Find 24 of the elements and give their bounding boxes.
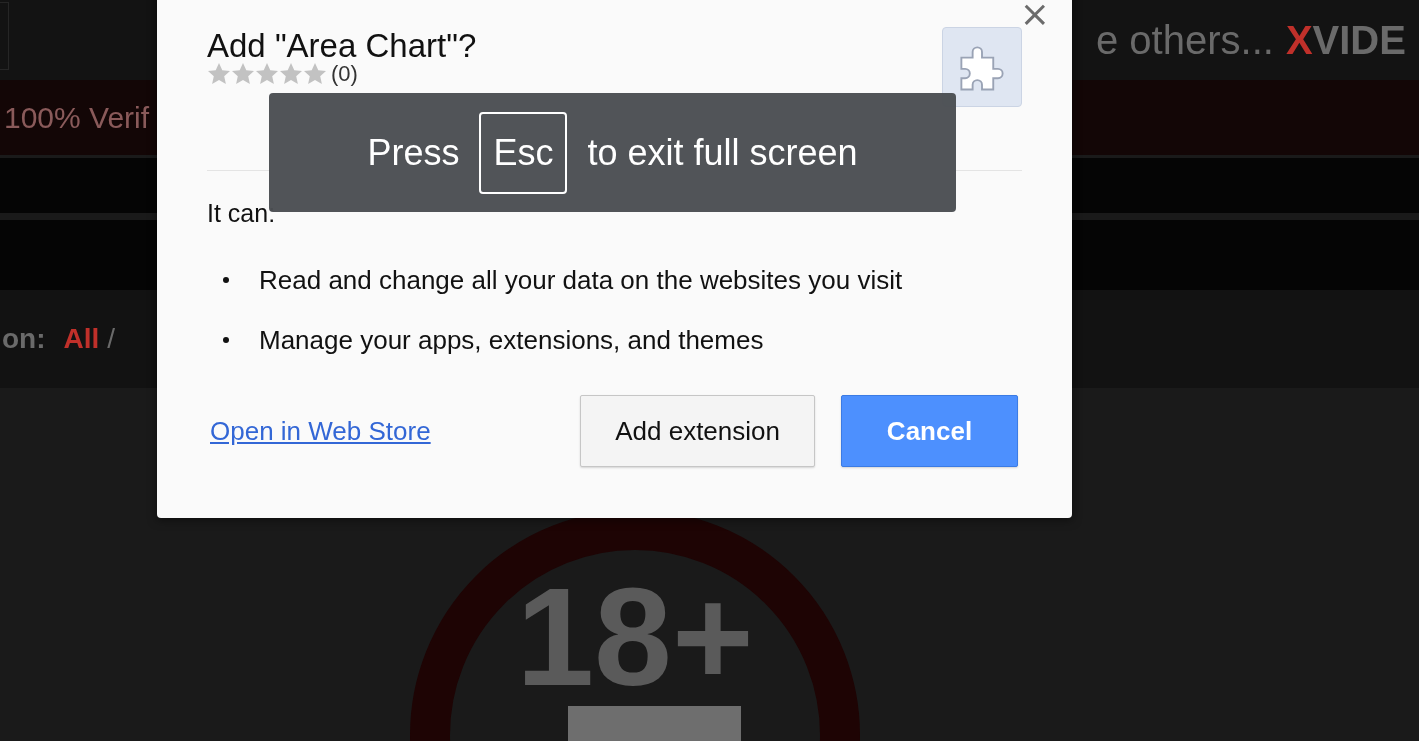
filter-separator: / <box>107 323 116 355</box>
permissions-intro: It can: <box>207 199 277 228</box>
permission-text: Read and change all your data on the websites you visit <box>259 264 903 296</box>
banner-text: 100% Verif <box>4 100 150 135</box>
close-button[interactable]: × <box>1019 0 1050 32</box>
filter-link[interactable]: All <box>63 323 100 355</box>
cancel-button[interactable]: Cancel <box>841 395 1018 467</box>
notice-text: Press <box>367 131 460 174</box>
star-icon <box>255 62 279 86</box>
site-logo[interactable]: XVIDE <box>1285 17 1406 63</box>
web-store-link[interactable]: Open in Web Store <box>210 415 431 447</box>
permission-text: Manage your apps, extensions, and themes <box>259 324 764 356</box>
star-icon <box>207 62 231 86</box>
star-icon <box>231 62 255 86</box>
add-extension-button[interactable]: Add extension <box>580 395 815 467</box>
age-badge-text: 18+ <box>516 580 754 692</box>
star-icon <box>279 62 303 86</box>
filter-label: on: <box>2 323 46 355</box>
esc-key: Esc <box>479 111 568 194</box>
notice-text: to exit full screen <box>587 131 858 174</box>
star-icon <box>303 62 327 86</box>
bullet-icon <box>223 337 229 343</box>
header-text: e others... <box>1096 17 1274 63</box>
bullet-icon <box>223 277 229 283</box>
